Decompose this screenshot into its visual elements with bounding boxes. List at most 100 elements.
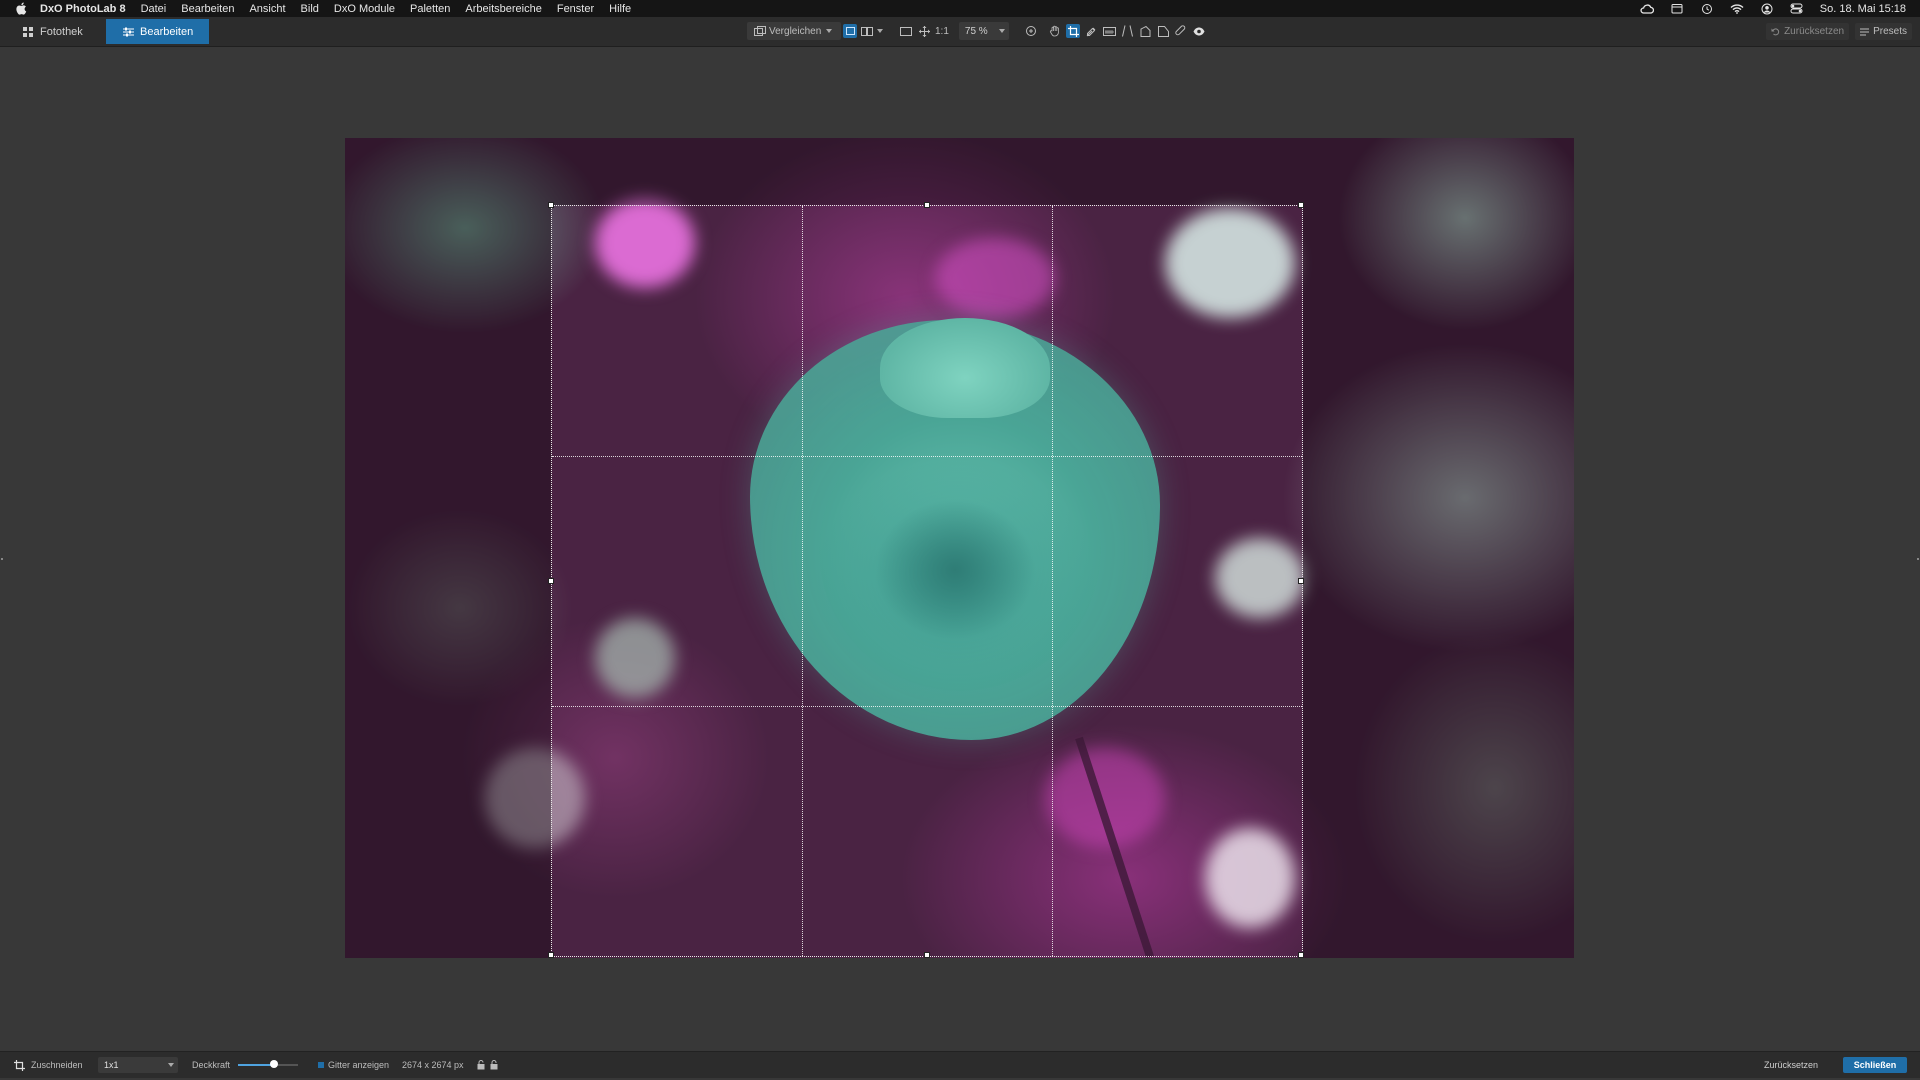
menu-ansicht[interactable]: Ansicht	[249, 3, 285, 15]
close-button[interactable]: Schließen	[1843, 1057, 1907, 1073]
menu-bild[interactable]: Bild	[301, 3, 319, 15]
crop-outside-shade-left	[345, 138, 551, 958]
presets-icon	[1860, 27, 1870, 36]
presets-button[interactable]: Presets	[1855, 22, 1912, 40]
crop-grid-line	[802, 206, 803, 956]
tool-group	[1024, 22, 1214, 40]
calendar-icon[interactable]	[1670, 3, 1684, 14]
compare-icon	[754, 26, 766, 36]
preview-eye-icon[interactable]	[1192, 24, 1206, 38]
split-view-icon[interactable]	[860, 24, 874, 38]
view-mode-chevron-icon[interactable]	[877, 29, 883, 33]
crop-size-value: 2674 x 2674 px	[402, 1060, 464, 1070]
zoom-tool-icon[interactable]	[1024, 24, 1038, 38]
crop-handle-top-left[interactable]	[548, 202, 554, 208]
crop-size: 2674 x 2674 px	[402, 1052, 464, 1078]
crop-handle-top-right[interactable]	[1298, 202, 1304, 208]
crop-reset-wrapper: Zurücksetzen	[1756, 1052, 1826, 1078]
perspective-icon[interactable]	[1120, 24, 1134, 38]
app-name-menu[interactable]: DxO PhotoLab 8	[40, 3, 126, 15]
menu-bearbeiten[interactable]: Bearbeiten	[181, 3, 234, 15]
crop-outside-shade-top	[551, 138, 1303, 205]
grid-checkbox[interactable]	[318, 1062, 324, 1068]
grid-icon	[22, 26, 34, 38]
view-mode-group	[843, 22, 889, 40]
horizon-icon[interactable]	[1102, 24, 1116, 38]
crop-close-wrapper: Schließen	[1843, 1052, 1907, 1078]
menubar-clock[interactable]: So. 18. Mai 15:18	[1820, 3, 1906, 15]
menu-paletten[interactable]: Paletten	[410, 3, 450, 15]
undo-icon	[1771, 27, 1780, 36]
crop-reset-button[interactable]: Zurücksetzen	[1756, 1057, 1826, 1073]
crop-tool-icon[interactable]	[1066, 24, 1080, 38]
unlock-icon[interactable]	[489, 1060, 498, 1070]
right-panel-handle[interactable]	[1917, 558, 1919, 560]
menu-datei[interactable]: Datei	[141, 3, 167, 15]
crop-grid-line	[552, 706, 1302, 707]
reset-all-label: Zurücksetzen	[1784, 25, 1845, 37]
opacity-slider-fill	[238, 1064, 275, 1066]
local-adjust-icon[interactable]	[1138, 24, 1152, 38]
opacity-label: Deckkraft	[192, 1060, 231, 1070]
mask-icon[interactable]	[1156, 24, 1170, 38]
crop-tool-title: Zuschneiden	[14, 1052, 83, 1078]
toolbar-right: Zurücksetzen Presets	[1746, 22, 1912, 40]
zoom-level-value: 75 %	[964, 25, 988, 37]
tab-bearbeiten-label: Bearbeiten	[140, 25, 194, 38]
crop-handle-left[interactable]	[548, 578, 554, 584]
left-panel-handle[interactable]	[1, 558, 3, 560]
wifi-icon[interactable]	[1730, 3, 1744, 14]
zoom-one-to-one-button[interactable]: 1:1	[935, 26, 949, 37]
menu-hilfe[interactable]: Hilfe	[609, 3, 631, 15]
time-machine-icon[interactable]	[1700, 3, 1714, 14]
sliders-icon	[122, 26, 134, 38]
crop-handle-bottom[interactable]	[924, 952, 930, 958]
app-toolbar: Fotothek Bearbeiten Vergleichen 1:1 75 %	[0, 17, 1920, 47]
compare-button[interactable]: Vergleichen	[747, 22, 841, 40]
crop-outside-shade-right	[1303, 138, 1574, 958]
crop-handle-bottom-right[interactable]	[1298, 952, 1304, 958]
creative-cloud-icon[interactable]	[1640, 3, 1654, 14]
crop-rectangle[interactable]	[548, 202, 1304, 958]
apple-menu-icon[interactable]	[14, 2, 28, 16]
hand-tool-icon[interactable]	[1048, 24, 1062, 38]
fit-screen-icon[interactable]	[899, 22, 913, 40]
menu-fenster[interactable]: Fenster	[557, 3, 594, 15]
crop-grid-line	[1052, 206, 1053, 956]
zoom-level-select[interactable]: 75 %	[958, 22, 1009, 40]
tab-bearbeiten[interactable]: Bearbeiten	[106, 19, 209, 44]
crop-tool-label: Zuschneiden	[31, 1060, 83, 1070]
lock-group	[476, 1052, 502, 1078]
grid-toggle[interactable]: Gitter anzeigen	[318, 1052, 389, 1078]
aspect-ratio-select[interactable]: 1x1	[98, 1057, 178, 1073]
aspect-ratio-value: 1x1	[104, 1060, 119, 1070]
opacity-slider[interactable]	[238, 1060, 299, 1068]
user-account-icon[interactable]	[1760, 3, 1774, 14]
grid-toggle-label: Gitter anzeigen	[328, 1060, 390, 1070]
reset-all-button[interactable]: Zurücksetzen	[1766, 22, 1850, 40]
chevron-down-icon	[826, 29, 833, 33]
macos-menubar: DxO PhotoLab 8 Datei Bearbeiten Ansicht …	[0, 0, 1920, 17]
crop-handle-right[interactable]	[1298, 578, 1304, 584]
move-icon[interactable]	[917, 22, 931, 40]
lock-ratio-icon[interactable]	[476, 1060, 485, 1070]
opacity-slider-thumb[interactable]	[270, 1060, 279, 1068]
crop-grid-line	[552, 456, 1302, 457]
single-view-icon[interactable]	[843, 24, 857, 38]
aspect-ratio-chevron-icon	[168, 1063, 174, 1067]
tab-fotothek-label: Fotothek	[40, 25, 83, 38]
menubar-status-area: So. 18. Mai 15:18	[1640, 0, 1906, 17]
tab-fotothek[interactable]: Fotothek	[0, 19, 104, 44]
repair-icon[interactable]	[1174, 24, 1188, 38]
opacity-control: Deckkraft	[192, 1052, 299, 1078]
presets-label: Presets	[1873, 25, 1907, 37]
menu-arbeitsbereiche[interactable]: Arbeitsbereiche	[465, 3, 541, 15]
crop-handle-bottom-left[interactable]	[548, 952, 554, 958]
eyedropper-icon[interactable]	[1084, 24, 1098, 38]
crop-handle-top[interactable]	[924, 202, 930, 208]
ratio-select-wrapper: 1x1	[98, 1052, 178, 1078]
zoom-group: 1:1 75 %	[899, 22, 1015, 40]
crop-tool-bar: Zuschneiden 1x1 Deckkraft Gitter anzeige…	[0, 1051, 1920, 1078]
menu-dxo-module[interactable]: DxO Module	[334, 3, 395, 15]
control-center-icon[interactable]	[1790, 3, 1804, 14]
